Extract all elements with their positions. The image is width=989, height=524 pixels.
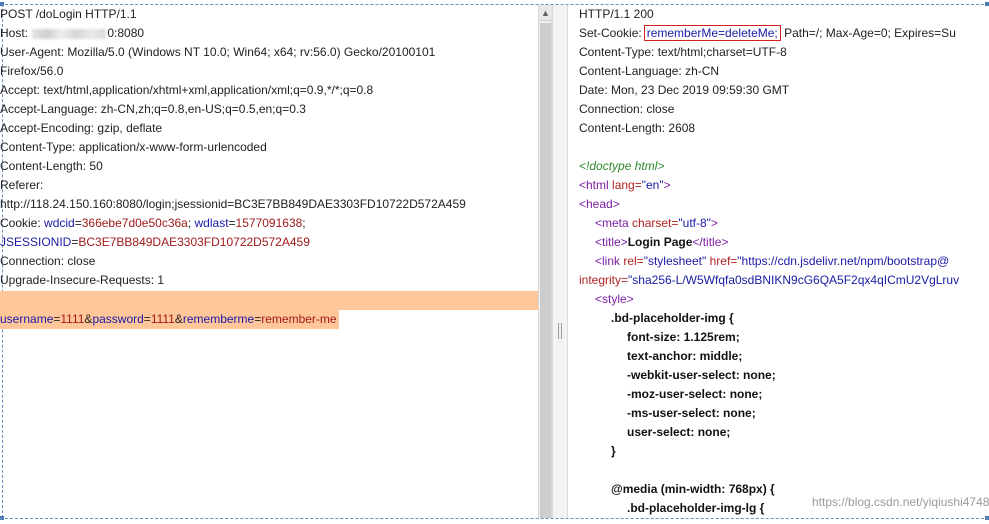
css-close-brace: } [611,444,616,458]
html-open: <html lang="en"> [579,178,671,192]
cookie-header: Cookie: wdcid=366ebe7d0e50c36a; wdlast=1… [0,216,306,230]
response-pane[interactable]: HTTP/1.1 200 Set-Cookie: rememberMe=delet… [568,5,989,518]
scroll-up-arrow-icon[interactable]: ▲ [539,5,552,21]
title-tag: <title>Login Page</title> [595,235,729,249]
response-content-type: Content-Type: text/html;charset=UTF-8 [579,45,787,59]
redacted-host [32,28,107,39]
response-connection: Connection: close [579,102,675,116]
request-line: POST /doLogin HTTP/1.1 [0,7,137,21]
head-open: <head> [579,197,620,211]
splitter-grip-icon[interactable] [558,323,562,339]
user-agent-header: User-Agent: Mozilla/5.0 (Windows NT 10.0… [0,45,436,59]
panel-frame-bottom [0,518,989,519]
content-length-header: Content-Length: 50 [0,159,103,173]
scroll-thumb[interactable] [540,23,551,518]
user-agent-continued: Firefox/56.0 [0,64,64,78]
response-content-length: Content-Length: 2608 [579,121,696,135]
accept-encoding-header: Accept-Encoding: gzip, deflate [0,121,163,135]
accept-header: Accept: text/html,application/xhtml+xml,… [0,83,374,97]
pane-splitter[interactable] [552,5,568,518]
css-selector: .bd-placeholder-img { [611,311,734,325]
upgrade-header: Upgrade-Insecure-Requests: 1 [0,273,165,287]
link-integrity: integrity="sha256-L/W5Wfqfa0sdBNIKN9cG6Q… [579,273,960,287]
selected-empty-line [0,291,538,310]
content-type-header: Content-Type: application/x-www-form-url… [0,140,267,154]
status-line: HTTP/1.1 200 [579,7,654,21]
accept-language-header: Accept-Language: zh-CN,zh;q=0.8,en-US;q=… [0,102,306,116]
css-ms-user-select: -ms-user-select: none; [627,406,756,420]
css-font-size: font-size: 1.125rem; [627,330,740,344]
referer-url: http://118.24.150.160:8080/login;jsessio… [0,197,466,211]
css-moz-user-select: -moz-user-select: none; [627,387,763,401]
cookie-jsessionid: JSESSIONID=BC3E7BB849DAE3303FD10722D572A… [0,235,310,249]
css-text-anchor: text-anchor: middle; [627,349,743,363]
selected-body-text: username=1111&password=1111&rememberme=r… [0,310,339,329]
link-stylesheet: <link rel="stylesheet" href="https://cdn… [595,254,950,268]
css-webkit-user-select: -webkit-user-select: none; [627,368,776,382]
css-user-select: user-select: none; [627,425,731,439]
csdn-watermark: https://blog.csdn.net/yiqiushi4748 [812,495,989,509]
host-header: Host: 0:8080 [0,26,145,40]
request-scrollbar[interactable]: ▲ [538,5,552,518]
doctype: <!doctype html> [579,159,665,173]
connection-header: Connection: close [0,254,96,268]
meta-charset: <meta charset="utf-8"> [595,216,718,230]
request-pane[interactable]: POST /doLogin HTTP/1.1 Host: 0:8080 User… [0,5,538,518]
date-header: Date: Mon, 23 Dec 2019 09:59:30 GMT [579,83,790,97]
content-language: Content-Language: zh-CN [579,64,720,78]
referer-header: Referer: [0,178,44,192]
request-body[interactable]: username=1111&password=1111&rememberme=r… [0,310,538,329]
remember-me-deleteme-box: rememberMe=deleteMe; [643,25,781,41]
set-cookie-header: Set-Cookie: rememberMe=deleteMe; Path=/; … [579,25,956,41]
style-open: <style> [595,292,634,306]
